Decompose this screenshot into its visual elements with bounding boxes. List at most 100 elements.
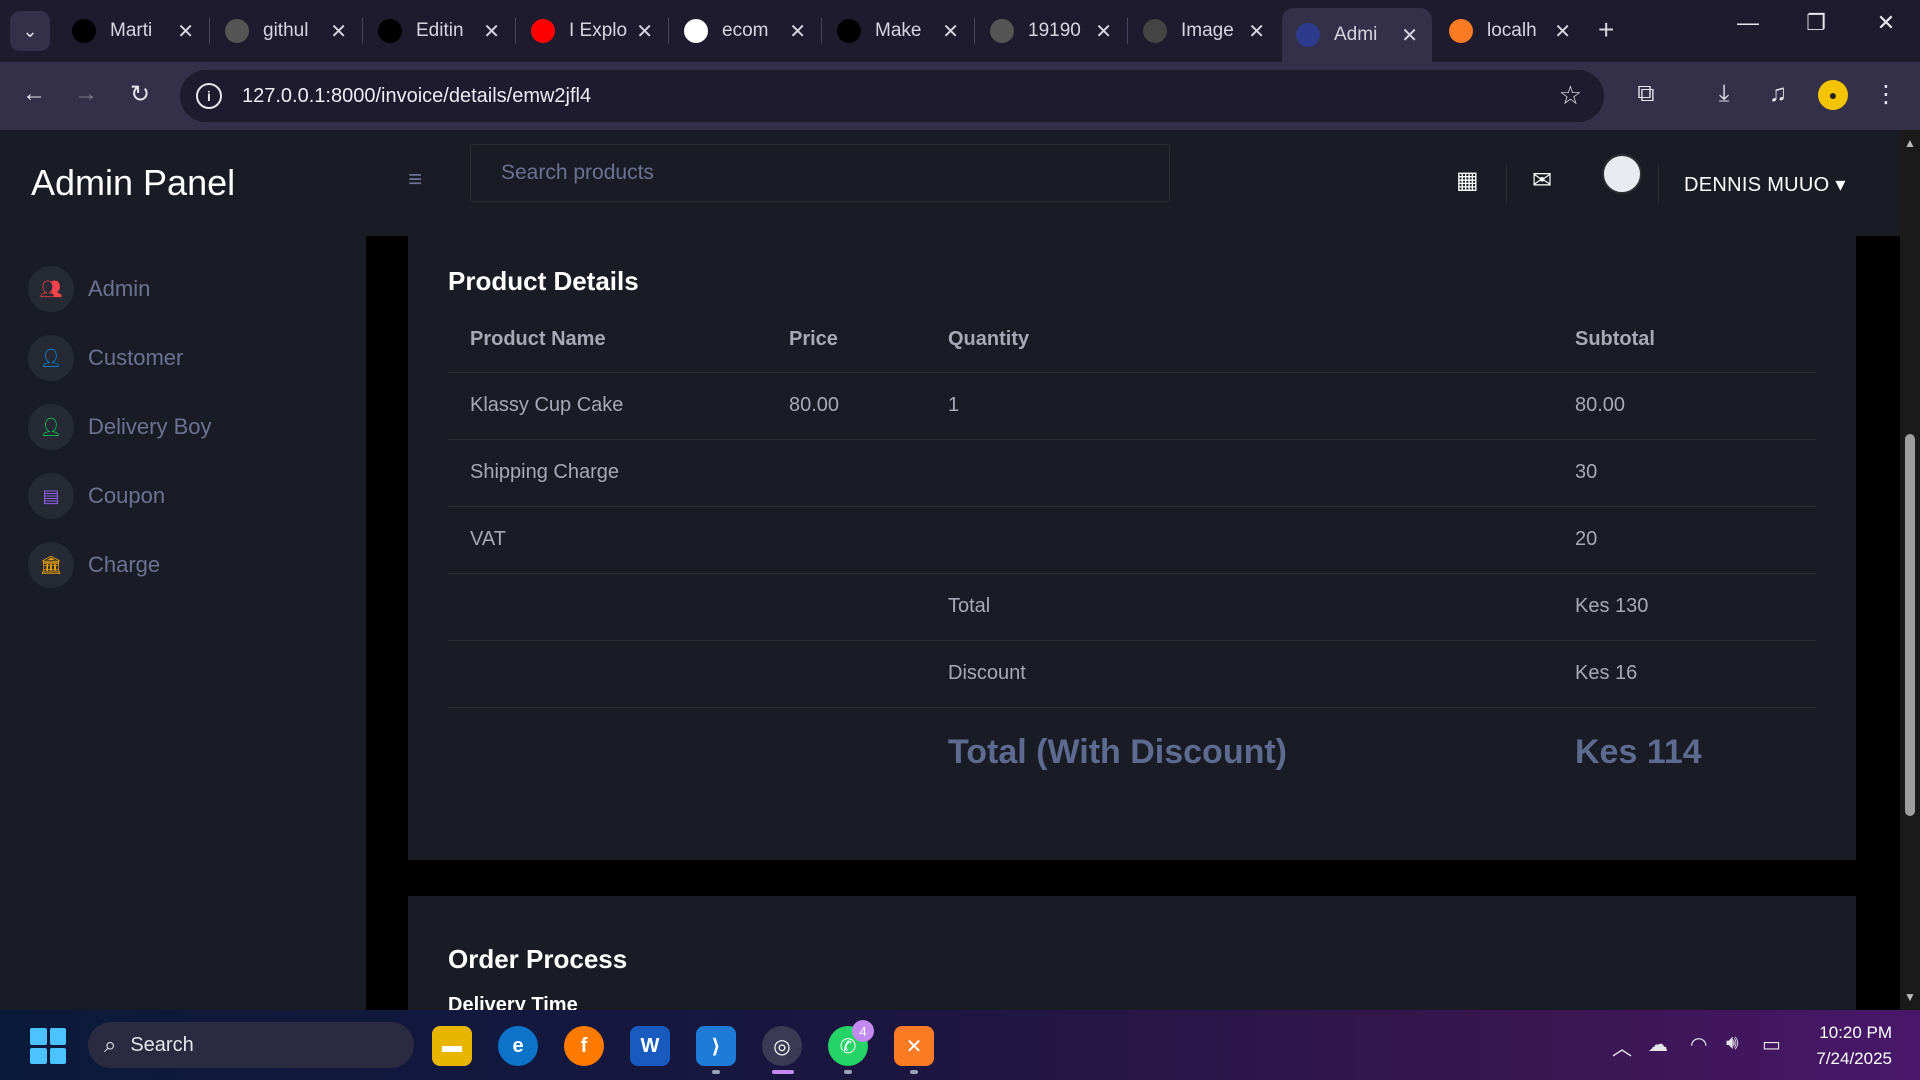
- vscode-icon[interactable]: ⟩: [696, 1026, 736, 1066]
- table-cell: [926, 506, 1553, 574]
- github-icon: [378, 19, 402, 43]
- browser-tab[interactable]: Admi ✕: [1282, 8, 1432, 62]
- taskbar-search-label: Search: [130, 1033, 194, 1056]
- close-tab-icon[interactable]: ✕: [330, 19, 347, 44]
- tab-title: githul: [263, 20, 309, 41]
- browser-tab[interactable]: I Explo ✕: [517, 8, 667, 54]
- taskbar-clock[interactable]: 10:20 PM 7/24/2025: [1800, 1020, 1892, 1072]
- browser-tab[interactable]: githul ✕: [211, 8, 361, 54]
- tab-search-button[interactable]: ⌄: [10, 11, 50, 51]
- sidebar-item-delivery-boy[interactable]: 👤︎ Delivery Boy: [28, 404, 211, 450]
- file-explorer-icon[interactable]: ▬: [432, 1026, 472, 1066]
- active-indicator: [772, 1070, 794, 1074]
- github-icon: [72, 19, 96, 43]
- sidebar-item-coupon[interactable]: ▤ Coupon: [28, 473, 165, 519]
- user-add-icon: 👤︎: [28, 335, 74, 381]
- grand-total-label: Total (With Discount): [948, 732, 1288, 771]
- forward-button[interactable]: →: [68, 80, 104, 108]
- browser-tab[interactable]: localh ✕: [1435, 8, 1585, 54]
- table-cell: 1: [926, 372, 1553, 440]
- sidebar-item-customer[interactable]: 👤︎ Customer: [28, 335, 183, 381]
- tab-title: localh: [1487, 20, 1537, 41]
- scrollbar-thumb[interactable]: [1905, 434, 1915, 816]
- sidebar-item-label: Customer: [88, 345, 184, 370]
- sidebar-item-label: Charge: [88, 552, 161, 577]
- browser-tab[interactable]: Make ✕: [823, 8, 973, 54]
- mail-icon[interactable]: ✉: [1532, 166, 1552, 195]
- xampp-icon[interactable]: ✕: [894, 1026, 934, 1066]
- table-cell: Total: [926, 573, 1553, 641]
- restore-button[interactable]: ❐: [1796, 10, 1836, 36]
- browser-tab[interactable]: ecom ✕: [670, 8, 820, 54]
- word-icon[interactable]: W: [630, 1026, 670, 1066]
- table-cell: 20: [1553, 506, 1816, 574]
- browser-toolbar: ← → ↻ i 127.0.0.1:8000/invoice/details/e…: [0, 62, 1920, 130]
- sidebar-item-charge[interactable]: 🏛︎ Charge: [28, 542, 160, 588]
- site-info-icon[interactable]: i: [196, 83, 222, 109]
- running-indicator: [910, 1070, 918, 1074]
- search-icon: ⌕: [104, 1032, 117, 1057]
- caret-down-icon: ▾: [1835, 174, 1846, 196]
- close-tab-icon[interactable]: ✕: [1401, 23, 1418, 48]
- search-input[interactable]: Search products: [470, 144, 1170, 202]
- grid-apps-icon[interactable]: ▦: [1456, 166, 1479, 195]
- sidebar-item-admin[interactable]: 👥︎ Admin: [28, 266, 150, 312]
- tray-overflow-icon[interactable]: ︿: [1612, 1032, 1632, 1061]
- grand-total-row: Total (With Discount) Kes 114: [448, 707, 1816, 797]
- browser-tab[interactable]: Editin ✕: [364, 8, 514, 54]
- address-url[interactable]: 127.0.0.1:8000/invoice/details/emw2jfl4: [242, 85, 591, 108]
- tab-title: Image: [1181, 20, 1234, 41]
- column-header: Subtotal: [1553, 308, 1816, 373]
- scroll-down-arrow-icon[interactable]: ▼: [1904, 990, 1916, 1004]
- minimize-button[interactable]: —: [1728, 10, 1768, 36]
- tab-separator: [362, 18, 363, 44]
- whatsapp-badge: 4: [852, 1020, 874, 1042]
- order-process-card: Order Process Delivery Time: [408, 896, 1856, 1010]
- back-button[interactable]: ←: [16, 80, 52, 108]
- table-cell: Kes 130: [1553, 573, 1816, 641]
- wifi-icon[interactable]: ◠: [1690, 1032, 1707, 1057]
- browser-tab[interactable]: Image ✕: [1129, 8, 1279, 54]
- volume-icon[interactable]: 🔊︎: [1726, 1032, 1739, 1055]
- extensions-icon[interactable]: ⧉: [1628, 80, 1664, 108]
- download-icon[interactable]: ⤓: [1706, 80, 1742, 108]
- onedrive-icon[interactable]: ☁: [1648, 1032, 1668, 1057]
- address-bar[interactable]: i 127.0.0.1:8000/invoice/details/emw2jfl…: [180, 70, 1604, 122]
- chrome-icon[interactable]: ◎: [762, 1026, 802, 1066]
- close-tab-icon[interactable]: ✕: [636, 19, 653, 44]
- brand-title[interactable]: Admin Panel: [31, 162, 235, 204]
- divider: [1506, 164, 1507, 204]
- table-cell: [767, 506, 926, 574]
- table-cell: [767, 640, 926, 708]
- more-menu-icon[interactable]: ⋮: [1868, 80, 1904, 109]
- scroll-up-arrow-icon[interactable]: ▲: [1904, 136, 1916, 150]
- windows-start-button[interactable]: [30, 1028, 66, 1064]
- browser-tab[interactable]: 19190 ✕: [976, 8, 1126, 54]
- close-tab-icon[interactable]: ✕: [1095, 19, 1112, 44]
- bookmark-star-icon[interactable]: ☆: [1559, 80, 1582, 111]
- browser-tab[interactable]: Marti ✕: [58, 8, 208, 54]
- taskbar-search[interactable]: ⌕ Search: [88, 1022, 414, 1068]
- close-tab-icon[interactable]: ✕: [789, 19, 806, 44]
- media-control-icon[interactable]: ♫: [1760, 80, 1796, 108]
- close-tab-icon[interactable]: ✕: [483, 19, 500, 44]
- close-tab-icon[interactable]: ✕: [1248, 19, 1265, 44]
- column-header: Product Name: [448, 308, 767, 373]
- reload-button[interactable]: ↻: [122, 80, 158, 109]
- close-window-button[interactable]: ✕: [1866, 10, 1906, 36]
- avatar[interactable]: [1602, 154, 1642, 194]
- battery-icon[interactable]: ▭: [1762, 1032, 1781, 1057]
- page-scrollbar[interactable]: ▲ ▼: [1900, 130, 1920, 1010]
- menu-toggle-icon[interactable]: ≡: [408, 166, 422, 194]
- table-cell: VAT: [448, 506, 767, 574]
- close-tab-icon[interactable]: ✕: [177, 19, 194, 44]
- close-tab-icon[interactable]: ✕: [1554, 19, 1571, 44]
- edge-icon[interactable]: e: [498, 1026, 538, 1066]
- new-tab-button[interactable]: +: [1598, 14, 1614, 46]
- medium-icon: [837, 19, 861, 43]
- user-menu-dropdown[interactable]: DENNIS MUUO ▾: [1684, 172, 1846, 197]
- close-tab-icon[interactable]: ✕: [942, 19, 959, 44]
- firefox-icon[interactable]: f: [564, 1026, 604, 1066]
- tab-title: Make: [875, 20, 922, 41]
- profile-avatar-icon[interactable]: ●: [1818, 80, 1848, 110]
